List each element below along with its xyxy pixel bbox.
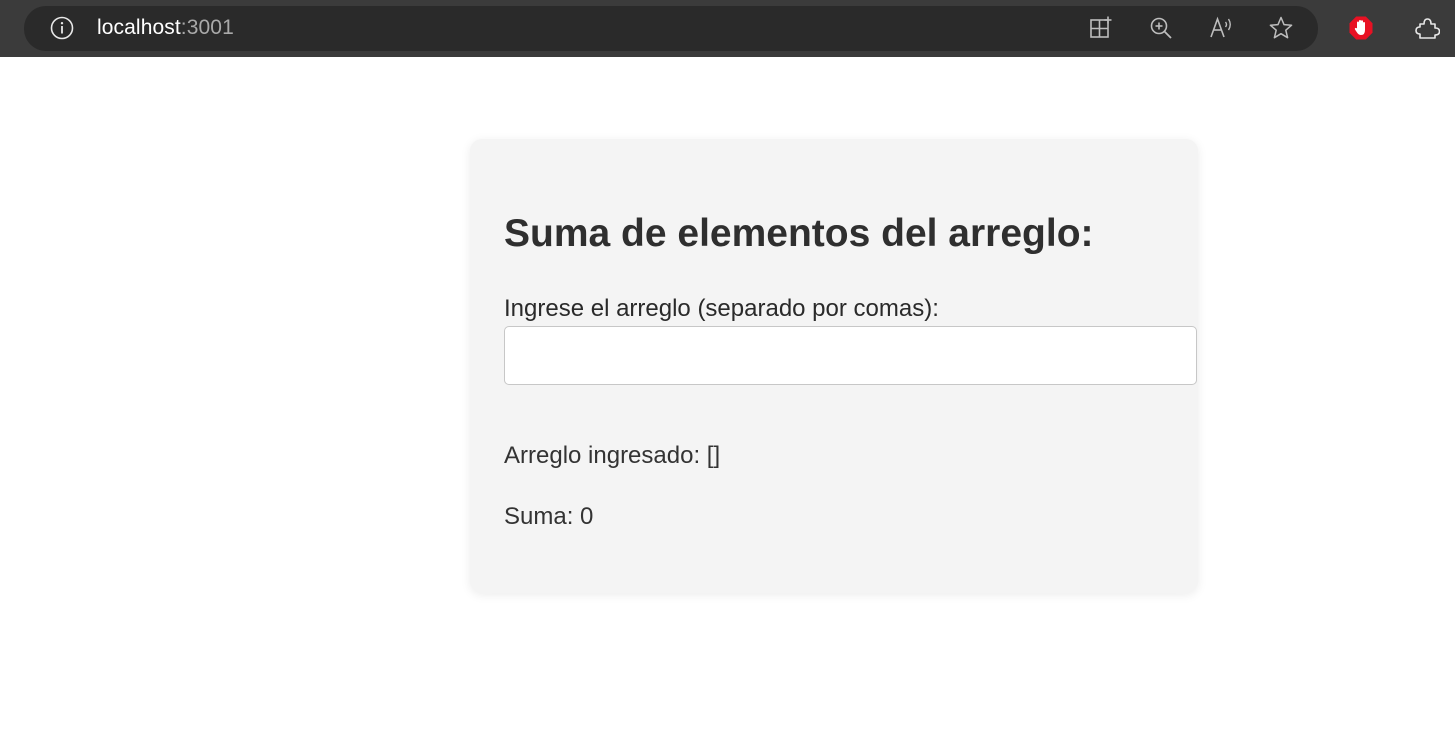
url-text[interactable]: localhost:3001 bbox=[97, 15, 234, 41]
entered-array-value: [] bbox=[706, 442, 721, 469]
array-input-label: Ingrese el arreglo (separado por comas): bbox=[504, 295, 939, 322]
sum-result-text: Suma: 0 bbox=[504, 502, 593, 532]
sum-value: 0 bbox=[580, 503, 594, 530]
url-port: :3001 bbox=[180, 16, 234, 39]
zoom-in-icon[interactable] bbox=[1148, 15, 1174, 41]
entered-array-text: Arreglo ingresado: [] bbox=[504, 441, 720, 471]
sum-card: Suma de elementos del arreglo: Ingrese e… bbox=[470, 139, 1198, 593]
ad-block-icon[interactable] bbox=[1348, 15, 1374, 41]
url-host: localhost bbox=[97, 16, 181, 39]
browser-toolbar: localhost:3001 bbox=[0, 0, 1455, 57]
page-title: Suma de elementos del arreglo: bbox=[504, 212, 1094, 255]
entered-array-label: Arreglo ingresado: bbox=[504, 442, 701, 469]
extensions-icon[interactable] bbox=[1414, 15, 1440, 41]
array-input[interactable] bbox=[504, 326, 1197, 385]
info-icon[interactable] bbox=[50, 16, 74, 40]
split-screen-icon[interactable] bbox=[1088, 15, 1114, 41]
favorite-star-icon[interactable] bbox=[1268, 15, 1294, 41]
sum-label: Suma: bbox=[504, 503, 574, 530]
read-aloud-icon[interactable] bbox=[1208, 15, 1234, 41]
